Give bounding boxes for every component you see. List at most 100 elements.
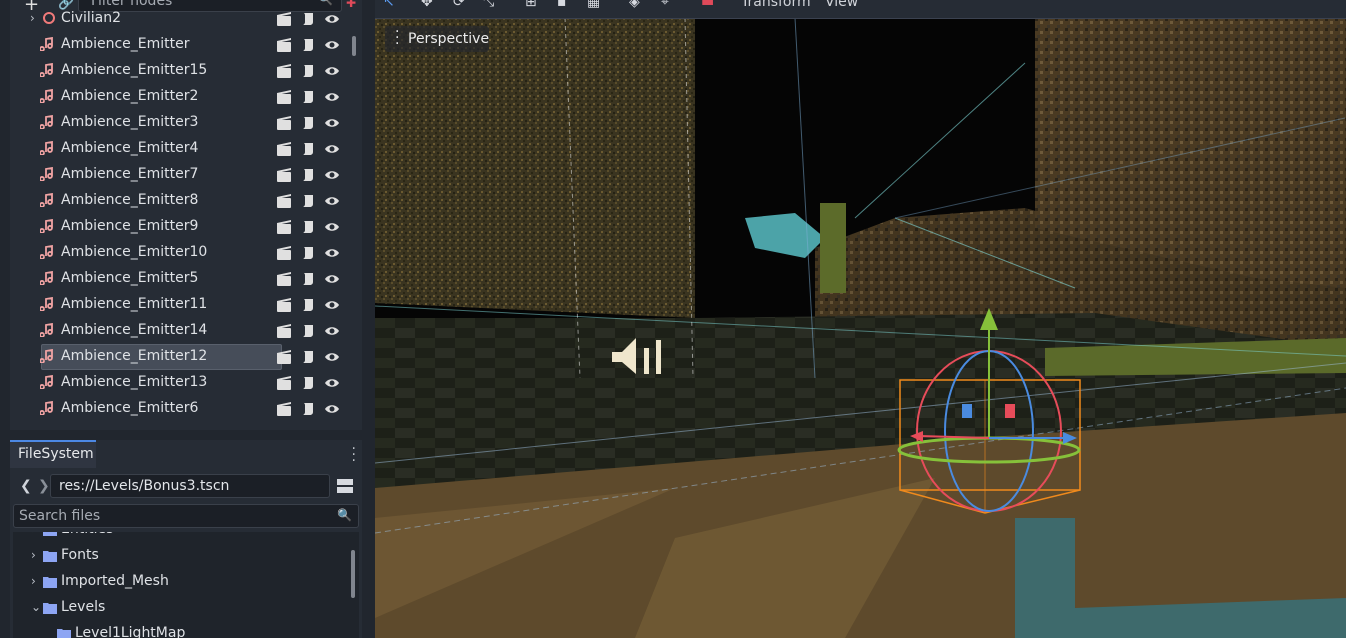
visibility-eye-icon[interactable]	[324, 297, 340, 313]
open-scene-icon[interactable]	[276, 375, 292, 391]
script-icon[interactable]	[300, 167, 316, 183]
file-tree-row[interactable]: › Entities	[13, 532, 359, 544]
visibility-eye-icon[interactable]	[324, 115, 340, 131]
open-scene-icon[interactable]	[276, 115, 292, 131]
chevron-right-icon[interactable]: ›	[31, 574, 36, 588]
split-view-icon[interactable]	[337, 478, 353, 494]
script-icon[interactable]	[300, 193, 316, 209]
visibility-eye-icon[interactable]	[324, 89, 340, 105]
file-tree-row[interactable]: ⌄ Levels	[13, 596, 359, 622]
open-scene-icon[interactable]	[276, 349, 292, 365]
back-icon[interactable]: ❮	[20, 478, 32, 494]
script-icon[interactable]	[300, 245, 316, 261]
rotate-tool-icon[interactable]: ⟳	[453, 0, 465, 10]
script-icon[interactable]	[300, 219, 316, 235]
forward-icon[interactable]: ❯	[38, 478, 50, 494]
script-icon[interactable]	[300, 401, 316, 417]
visibility-eye-icon[interactable]	[324, 141, 340, 157]
open-scene-icon[interactable]	[276, 89, 292, 105]
lock-icon[interactable]: ▪	[557, 0, 567, 10]
visibility-eye-icon[interactable]	[324, 167, 340, 183]
visibility-eye-icon[interactable]	[324, 349, 340, 365]
perspective-menu-button[interactable]: · · · Perspective	[385, 24, 489, 52]
file-tree-scrollbar[interactable]	[351, 550, 355, 598]
scene-tree-row[interactable]: Ambience_Emitter2	[10, 84, 362, 110]
scale-tool-icon[interactable]: ⤡	[483, 0, 494, 10]
script-icon[interactable]	[300, 271, 316, 287]
scene-tree-row[interactable]: Ambience_Emitter5	[10, 266, 362, 292]
select-tool-icon[interactable]: ↖	[383, 0, 395, 10]
open-scene-icon[interactable]	[276, 63, 292, 79]
script-icon[interactable]	[300, 115, 316, 131]
move-tool-icon[interactable]: ✥	[421, 0, 433, 10]
script-icon[interactable]	[300, 141, 316, 157]
tab-filesystem[interactable]: FileSystem	[10, 440, 96, 468]
script-icon[interactable]	[300, 37, 316, 53]
scene-tree-row[interactable]: Ambience_Emitter14	[10, 318, 362, 344]
kebab-menu-icon: · · ·	[395, 24, 400, 52]
scene-tree-row[interactable]: Ambience_Emitter7	[10, 162, 362, 188]
open-scene-icon[interactable]	[276, 271, 292, 287]
open-scene-icon[interactable]	[276, 37, 292, 53]
scene-tree-row[interactable]: Ambience_Emitter6	[10, 396, 362, 422]
script-icon[interactable]	[300, 63, 316, 79]
file-tree-row[interactable]: › Fonts	[13, 544, 359, 570]
local-space-icon[interactable]: ◈	[629, 0, 640, 10]
script-icon[interactable]	[300, 89, 316, 105]
script-icon[interactable]	[300, 349, 316, 365]
scene-render[interactable]	[375, 18, 1346, 638]
open-scene-icon[interactable]	[276, 245, 292, 261]
visibility-eye-icon[interactable]	[324, 323, 340, 339]
visibility-eye-icon[interactable]	[324, 37, 340, 53]
path-field[interactable]: res://Levels/Bonus3.tscn	[50, 474, 330, 498]
scene-tree-row[interactable]: Ambience_Emitter13	[10, 370, 362, 396]
open-scene-icon[interactable]	[276, 193, 292, 209]
scene-tree-row[interactable]: Ambience_Emitter11	[10, 292, 362, 318]
open-scene-icon[interactable]	[276, 167, 292, 183]
scene-tree-row[interactable]: Ambience_Emitter3	[10, 110, 362, 136]
open-scene-icon[interactable]	[276, 323, 292, 339]
visibility-eye-icon[interactable]	[324, 271, 340, 287]
group-icon[interactable]: ▦	[587, 0, 600, 10]
search-files-input[interactable]: Search files 🔍	[13, 504, 359, 528]
visibility-eye-icon[interactable]	[324, 375, 340, 391]
scene-tree-row[interactable]: Ambience_Emitter4	[10, 136, 362, 162]
scene-tree-scrollbar[interactable]	[352, 36, 356, 56]
visibility-eye-icon[interactable]	[324, 245, 340, 261]
visibility-eye-icon[interactable]	[324, 401, 340, 417]
scene-tree-row[interactable]: › Civilian2	[10, 6, 362, 32]
scene-tree-row[interactable]: Ambience_Emitter15	[10, 58, 362, 84]
chevron-right-icon[interactable]: ›	[31, 548, 36, 562]
chevron-down-icon[interactable]: ⌄	[31, 600, 41, 614]
3d-viewport[interactable]: ↖ ✥ ⟳ ⤡ ⊞ ▪ ▦ ◈ ⌖ ▬ Transform View · · · P…	[375, 0, 1346, 638]
scene-tree-row[interactable]: Ambience_Emitter9	[10, 214, 362, 240]
visibility-eye-icon[interactable]	[324, 11, 340, 27]
scene-tree-row[interactable]: Ambience_Emitter10	[10, 240, 362, 266]
scene-tree-row[interactable]: Ambience_Emitter8	[10, 188, 362, 214]
script-icon[interactable]	[300, 375, 316, 391]
chevron-right-icon[interactable]: ›	[31, 532, 36, 536]
open-scene-icon[interactable]	[276, 11, 292, 27]
open-scene-icon[interactable]	[276, 141, 292, 157]
list-select-icon[interactable]: ⊞	[525, 0, 537, 10]
snap-icon[interactable]: ⌖	[661, 0, 669, 10]
view-menu[interactable]: View	[825, 0, 858, 10]
visibility-eye-icon[interactable]	[324, 63, 340, 79]
open-scene-icon[interactable]	[276, 219, 292, 235]
camera-override-icon[interactable]: ▬	[701, 0, 714, 10]
scene-tree-row[interactable]: Ambience_Emitter12	[10, 344, 362, 370]
transform-menu[interactable]: Transform	[741, 0, 811, 10]
script-icon[interactable]	[300, 323, 316, 339]
visibility-eye-icon[interactable]	[324, 219, 340, 235]
file-tree-row[interactable]: › Imported_Mesh	[13, 570, 359, 596]
script-icon[interactable]	[300, 297, 316, 313]
file-tree-row[interactable]: Level1LightMap	[13, 622, 359, 638]
dock-menu-icon[interactable]: · · ·	[352, 442, 356, 468]
chevron-right-icon[interactable]: ›	[30, 11, 35, 25]
open-scene-icon[interactable]	[276, 297, 292, 313]
audio-emitter-gizmo-icon[interactable]	[610, 336, 670, 376]
scene-tree-row[interactable]: Ambience_Emitter	[10, 32, 362, 58]
open-scene-icon[interactable]	[276, 401, 292, 417]
script-icon[interactable]	[300, 11, 316, 27]
visibility-eye-icon[interactable]	[324, 193, 340, 209]
